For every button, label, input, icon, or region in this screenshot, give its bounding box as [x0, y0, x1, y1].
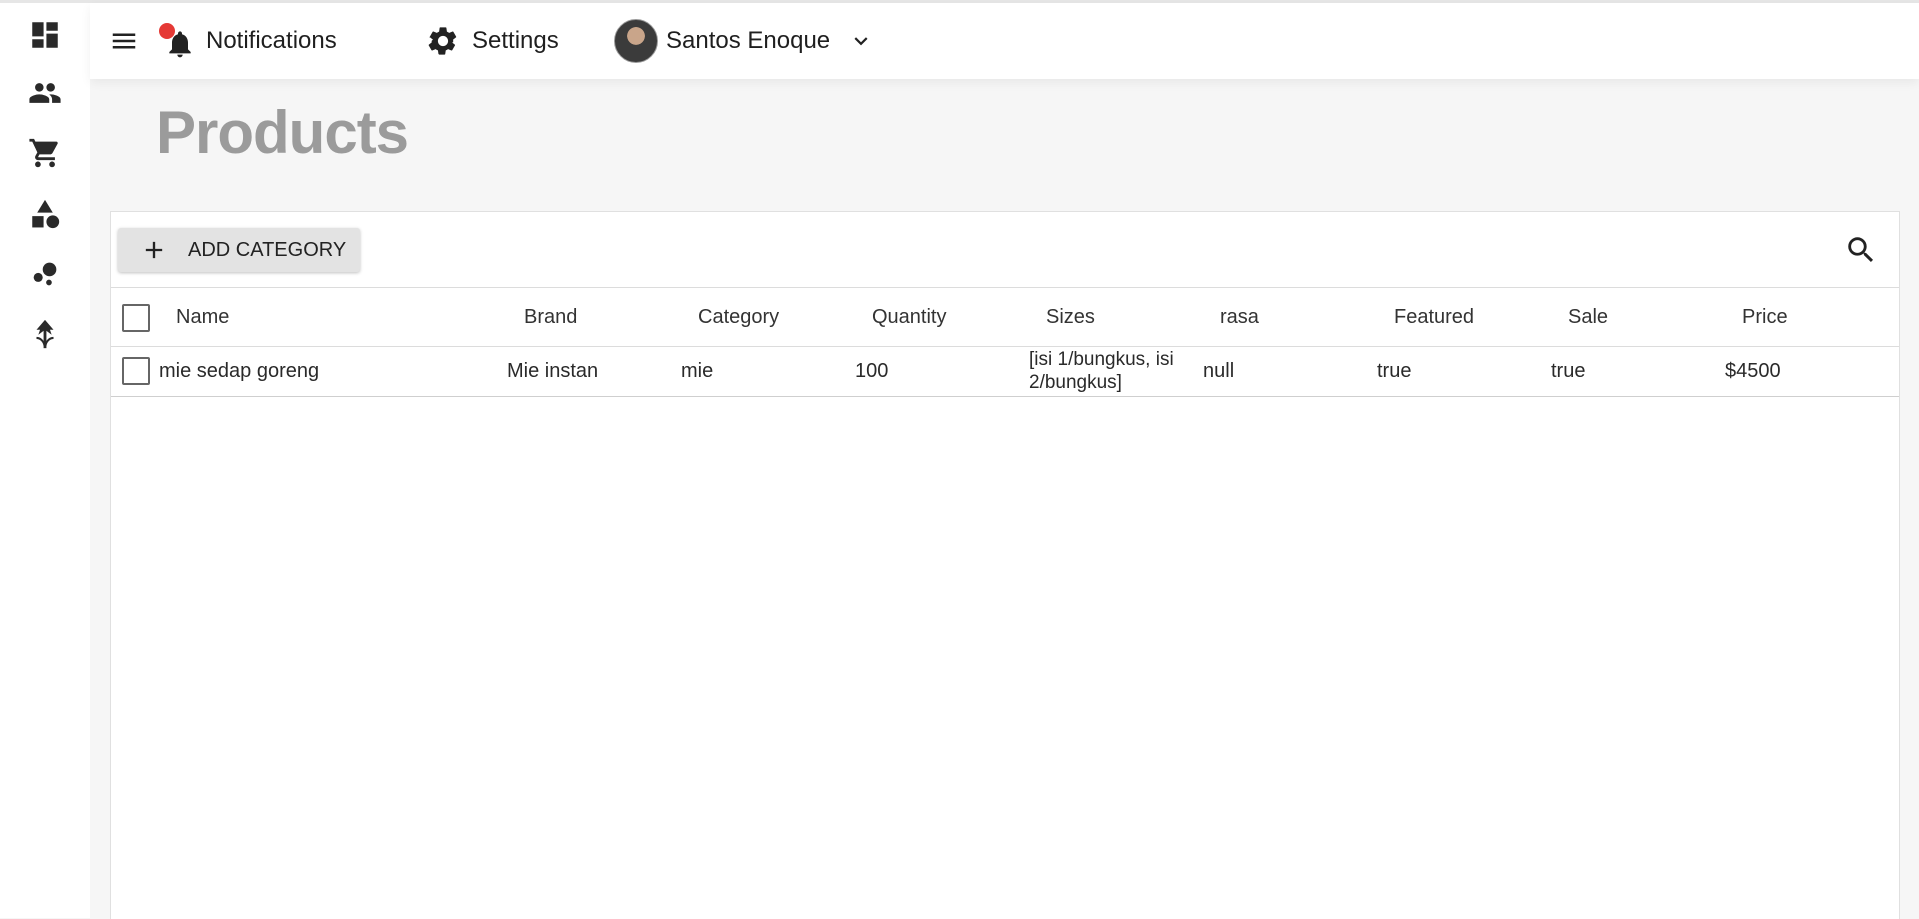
cell-sale: true — [1551, 359, 1586, 382]
category-shapes-icon[interactable] — [27, 196, 63, 232]
table-header: Name Brand Category Quantity Sizes rasa … — [111, 287, 1899, 347]
avatar — [614, 19, 658, 63]
gear-icon — [428, 27, 457, 55]
cart-icon[interactable] — [27, 135, 63, 171]
search-button[interactable] — [1841, 230, 1881, 270]
column-header-featured[interactable]: Featured — [1394, 288, 1474, 346]
column-header-rasa[interactable]: rasa — [1220, 288, 1259, 346]
cell-quantity: 100 — [855, 359, 889, 382]
dashboard-icon[interactable] — [27, 17, 63, 53]
settings-label: Settings — [472, 27, 559, 54]
cell-featured: true — [1377, 359, 1412, 382]
cell-brand: Mie instan — [507, 359, 599, 382]
select-all-checkbox[interactable] — [122, 304, 150, 332]
people-icon[interactable] — [27, 75, 63, 111]
settings-button[interactable]: Settings — [426, 3, 559, 79]
column-header-brand[interactable]: Brand — [524, 288, 577, 346]
add-category-label: ADD CATEGORY — [188, 238, 347, 261]
cell-price: $4500 — [1725, 359, 1781, 382]
column-header-name[interactable]: Name — [176, 288, 229, 346]
sidebar — [0, 3, 90, 918]
notifications-button[interactable]: Notifications — [159, 3, 337, 79]
cell-category: mie — [681, 359, 714, 382]
menu-button[interactable] — [104, 3, 144, 79]
column-header-price[interactable]: Price — [1742, 288, 1788, 346]
plus-icon — [145, 241, 163, 259]
bell-icon — [159, 23, 196, 58]
notification-badge — [159, 23, 175, 39]
column-header-sizes[interactable]: Sizes — [1046, 288, 1095, 346]
user-menu[interactable]: Santos Enoque — [614, 3, 874, 79]
row-checkbox[interactable] — [122, 357, 150, 385]
user-name: Santos Enoque — [666, 27, 831, 54]
bubble-chart-icon[interactable] — [27, 256, 63, 292]
search-icon — [1848, 237, 1874, 263]
column-header-sale[interactable]: Sale — [1568, 288, 1608, 346]
column-header-category[interactable]: Category — [698, 288, 779, 346]
products-card: ADD CATEGORY Name Brand Category Quantit… — [110, 211, 1900, 919]
notifications-label: Notifications — [206, 27, 337, 54]
branch-icon[interactable] — [27, 316, 63, 352]
cell-rasa: null — [1203, 359, 1235, 382]
column-header-quantity[interactable]: Quantity — [872, 288, 946, 346]
table-row[interactable]: mie sedap goreng Mie instan mie 100 [isi… — [111, 346, 1899, 397]
chevron-down-icon — [854, 37, 868, 46]
cell-name: mie sedap goreng — [159, 359, 320, 382]
top-bar: Notifications Settings Santos Enoque — [90, 3, 1919, 79]
page-title: Products — [156, 99, 409, 166]
cell-sizes: [isi 1/bungkus, isi 2/bungkus] — [1029, 349, 1174, 393]
add-category-button[interactable]: ADD CATEGORY — [118, 228, 360, 272]
hamburger-icon — [112, 33, 136, 49]
